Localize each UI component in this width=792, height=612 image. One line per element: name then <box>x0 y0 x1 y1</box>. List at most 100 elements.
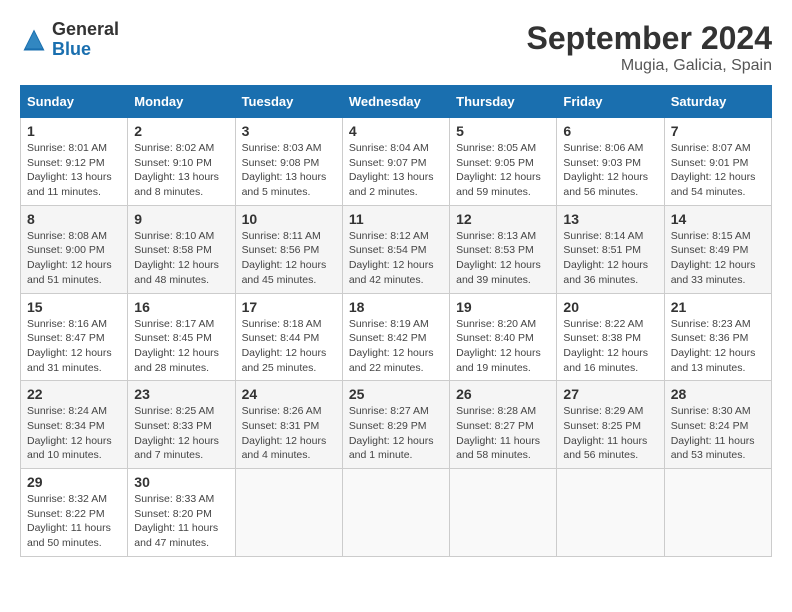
day-number: 28 <box>671 386 765 402</box>
day-number: 8 <box>27 211 121 227</box>
month-title: September 2024 <box>527 20 772 57</box>
title-block: September 2024 Mugia, Galicia, Spain <box>527 20 772 75</box>
day-info: Sunrise: 8:24 AM Sunset: 8:34 PM Dayligh… <box>27 404 121 463</box>
calendar-header-row: SundayMondayTuesdayWednesdayThursdayFrid… <box>21 86 772 118</box>
day-info: Sunrise: 8:25 AM Sunset: 8:33 PM Dayligh… <box>134 404 228 463</box>
calendar-header-wednesday: Wednesday <box>342 86 449 118</box>
day-number: 11 <box>349 211 443 227</box>
calendar-cell: 2 Sunrise: 8:02 AM Sunset: 9:10 PM Daylig… <box>128 118 235 206</box>
day-number: 26 <box>456 386 550 402</box>
day-info: Sunrise: 8:29 AM Sunset: 8:25 PM Dayligh… <box>563 404 657 463</box>
day-info: Sunrise: 8:18 AM Sunset: 8:44 PM Dayligh… <box>242 317 336 376</box>
day-info: Sunrise: 8:15 AM Sunset: 8:49 PM Dayligh… <box>671 229 765 288</box>
logo: General Blue <box>20 20 119 60</box>
day-info: Sunrise: 8:10 AM Sunset: 8:58 PM Dayligh… <box>134 229 228 288</box>
calendar-cell <box>235 469 342 557</box>
logo-line1: General <box>52 20 119 40</box>
day-number: 1 <box>27 123 121 139</box>
calendar-cell <box>557 469 664 557</box>
calendar-cell: 11 Sunrise: 8:12 AM Sunset: 8:54 PM Dayli… <box>342 205 449 293</box>
day-number: 30 <box>134 474 228 490</box>
day-number: 5 <box>456 123 550 139</box>
day-number: 19 <box>456 299 550 315</box>
day-number: 4 <box>349 123 443 139</box>
day-info: Sunrise: 8:27 AM Sunset: 8:29 PM Dayligh… <box>349 404 443 463</box>
day-number: 12 <box>456 211 550 227</box>
calendar-week-row: 29 Sunrise: 8:32 AM Sunset: 8:22 PM Dayli… <box>21 469 772 557</box>
logo-line2: Blue <box>52 40 119 60</box>
day-info: Sunrise: 8:07 AM Sunset: 9:01 PM Dayligh… <box>671 141 765 200</box>
calendar-cell: 23 Sunrise: 8:25 AM Sunset: 8:33 PM Dayli… <box>128 381 235 469</box>
day-number: 6 <box>563 123 657 139</box>
calendar-week-row: 1Sunrise: 8:01 AM Sunset: 9:12 PM Daylig… <box>21 118 772 206</box>
calendar-header-thursday: Thursday <box>450 86 557 118</box>
day-info: Sunrise: 8:03 AM Sunset: 9:08 PM Dayligh… <box>242 141 336 200</box>
calendar-cell: 20Sunrise: 8:22 AM Sunset: 8:38 PM Dayli… <box>557 293 664 381</box>
day-info: Sunrise: 8:05 AM Sunset: 9:05 PM Dayligh… <box>456 141 550 200</box>
location: Mugia, Galicia, Spain <box>527 57 772 75</box>
day-info: Sunrise: 8:32 AM Sunset: 8:22 PM Dayligh… <box>27 492 121 551</box>
calendar-cell: 27 Sunrise: 8:29 AM Sunset: 8:25 PM Dayli… <box>557 381 664 469</box>
day-info: Sunrise: 8:13 AM Sunset: 8:53 PM Dayligh… <box>456 229 550 288</box>
calendar-cell: 15 Sunrise: 8:16 AM Sunset: 8:47 PM Dayli… <box>21 293 128 381</box>
page-header: General Blue September 2024 Mugia, Galic… <box>20 20 772 75</box>
day-info: Sunrise: 8:12 AM Sunset: 8:54 PM Dayligh… <box>349 229 443 288</box>
day-number: 7 <box>671 123 765 139</box>
calendar-cell <box>450 469 557 557</box>
calendar-cell: 3Sunrise: 8:03 AM Sunset: 9:08 PM Daylig… <box>235 118 342 206</box>
day-info: Sunrise: 8:26 AM Sunset: 8:31 PM Dayligh… <box>242 404 336 463</box>
day-number: 16 <box>134 299 228 315</box>
calendar-week-row: 22 Sunrise: 8:24 AM Sunset: 8:34 PM Dayli… <box>21 381 772 469</box>
calendar-cell: 19 Sunrise: 8:20 AM Sunset: 8:40 PM Dayli… <box>450 293 557 381</box>
calendar-cell: 16Sunrise: 8:17 AM Sunset: 8:45 PM Dayli… <box>128 293 235 381</box>
calendar-cell: 7 Sunrise: 8:07 AM Sunset: 9:01 PM Daylig… <box>664 118 771 206</box>
calendar-cell: 10Sunrise: 8:11 AM Sunset: 8:56 PM Dayli… <box>235 205 342 293</box>
calendar-cell: 5 Sunrise: 8:05 AM Sunset: 9:05 PM Daylig… <box>450 118 557 206</box>
day-number: 29 <box>27 474 121 490</box>
calendar-week-row: 8Sunrise: 8:08 AM Sunset: 9:00 PM Daylig… <box>21 205 772 293</box>
day-info: Sunrise: 8:04 AM Sunset: 9:07 PM Dayligh… <box>349 141 443 200</box>
day-info: Sunrise: 8:16 AM Sunset: 8:47 PM Dayligh… <box>27 317 121 376</box>
calendar-cell: 29 Sunrise: 8:32 AM Sunset: 8:22 PM Dayli… <box>21 469 128 557</box>
calendar-cell: 1Sunrise: 8:01 AM Sunset: 9:12 PM Daylig… <box>21 118 128 206</box>
day-number: 13 <box>563 211 657 227</box>
calendar-cell: 6Sunrise: 8:06 AM Sunset: 9:03 PM Daylig… <box>557 118 664 206</box>
calendar-cell: 21 Sunrise: 8:23 AM Sunset: 8:36 PM Dayli… <box>664 293 771 381</box>
day-number: 25 <box>349 386 443 402</box>
calendar-cell: 22 Sunrise: 8:24 AM Sunset: 8:34 PM Dayli… <box>21 381 128 469</box>
day-info: Sunrise: 8:20 AM Sunset: 8:40 PM Dayligh… <box>456 317 550 376</box>
logo-text: General Blue <box>52 20 119 60</box>
day-number: 14 <box>671 211 765 227</box>
calendar-header-tuesday: Tuesday <box>235 86 342 118</box>
calendar-cell: 12 Sunrise: 8:13 AM Sunset: 8:53 PM Dayli… <box>450 205 557 293</box>
calendar-cell: 14 Sunrise: 8:15 AM Sunset: 8:49 PM Dayli… <box>664 205 771 293</box>
day-info: Sunrise: 8:33 AM Sunset: 8:20 PM Dayligh… <box>134 492 228 551</box>
calendar-cell: 13Sunrise: 8:14 AM Sunset: 8:51 PM Dayli… <box>557 205 664 293</box>
day-info: Sunrise: 8:02 AM Sunset: 9:10 PM Dayligh… <box>134 141 228 200</box>
calendar-header-saturday: Saturday <box>664 86 771 118</box>
calendar-header-sunday: Sunday <box>21 86 128 118</box>
calendar-cell <box>664 469 771 557</box>
day-number: 15 <box>27 299 121 315</box>
calendar-cell: 17 Sunrise: 8:18 AM Sunset: 8:44 PM Dayli… <box>235 293 342 381</box>
day-info: Sunrise: 8:28 AM Sunset: 8:27 PM Dayligh… <box>456 404 550 463</box>
calendar-cell: 24 Sunrise: 8:26 AM Sunset: 8:31 PM Dayli… <box>235 381 342 469</box>
calendar-cell <box>342 469 449 557</box>
calendar-cell: 28 Sunrise: 8:30 AM Sunset: 8:24 PM Dayli… <box>664 381 771 469</box>
day-info: Sunrise: 8:30 AM Sunset: 8:24 PM Dayligh… <box>671 404 765 463</box>
calendar-cell: 9Sunrise: 8:10 AM Sunset: 8:58 PM Daylig… <box>128 205 235 293</box>
calendar-table: SundayMondayTuesdayWednesdayThursdayFrid… <box>20 85 772 557</box>
day-number: 2 <box>134 123 228 139</box>
day-number: 23 <box>134 386 228 402</box>
day-number: 10 <box>242 211 336 227</box>
day-number: 27 <box>563 386 657 402</box>
day-number: 17 <box>242 299 336 315</box>
day-info: Sunrise: 8:23 AM Sunset: 8:36 PM Dayligh… <box>671 317 765 376</box>
calendar-cell: 26 Sunrise: 8:28 AM Sunset: 8:27 PM Dayli… <box>450 381 557 469</box>
calendar-cell: 8Sunrise: 8:08 AM Sunset: 9:00 PM Daylig… <box>21 205 128 293</box>
day-number: 22 <box>27 386 121 402</box>
day-number: 21 <box>671 299 765 315</box>
calendar-cell: 4 Sunrise: 8:04 AM Sunset: 9:07 PM Daylig… <box>342 118 449 206</box>
day-number: 24 <box>242 386 336 402</box>
calendar-cell: 25 Sunrise: 8:27 AM Sunset: 8:29 PM Dayli… <box>342 381 449 469</box>
